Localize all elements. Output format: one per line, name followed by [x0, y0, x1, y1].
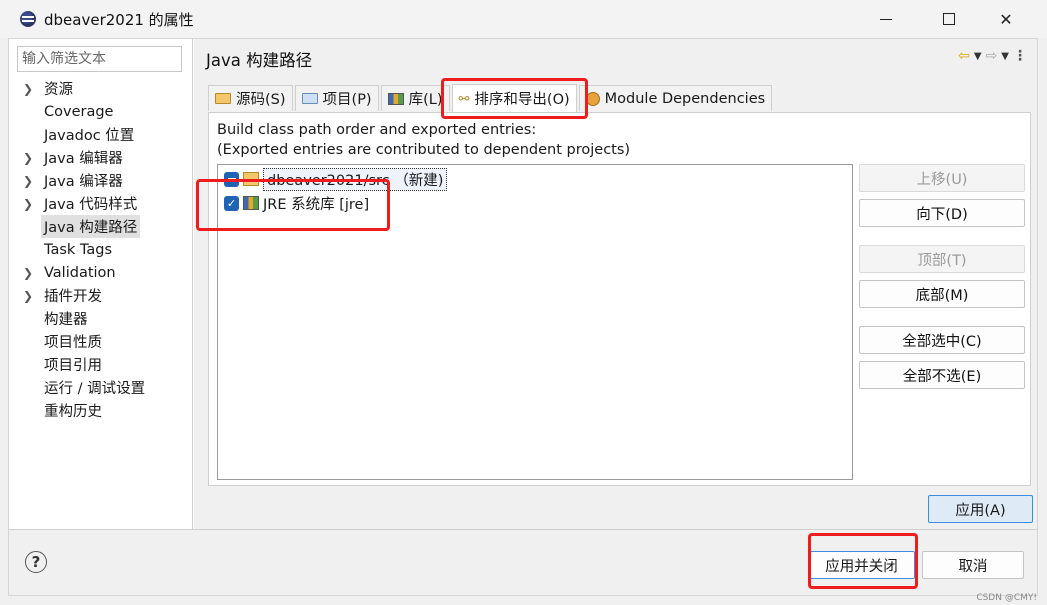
chevron-right-icon[interactable]: ❯ — [23, 266, 41, 280]
back-arrow-icon[interactable]: ⇦ — [958, 48, 970, 64]
move-bottom-button[interactable]: 底部(M) — [859, 280, 1025, 308]
dialog-footer: ? 应用并关闭 取消 — [9, 529, 1037, 595]
dialog-frame: ❯资源 Coverage Javadoc 位置 ❯Java 编辑器 ❯Java … — [8, 38, 1038, 596]
window-title: dbeaver2021 的属性 — [44, 11, 194, 29]
minimize-icon — [880, 18, 892, 20]
nav-item-javadoc[interactable]: Javadoc 位置 — [9, 123, 193, 146]
close-icon: ✕ — [999, 9, 1013, 29]
nav-item-java-compiler[interactable]: ❯ Java 编译器 — [9, 169, 193, 192]
nav-item-java-build-path[interactable]: Java 构建路径 — [9, 215, 193, 238]
chevron-right-icon[interactable]: ❯ — [23, 174, 41, 188]
forward-arrow-icon[interactable]: ⇨ — [986, 48, 998, 64]
description: Build class path order and exported entr… — [217, 122, 631, 158]
view-menu-icon[interactable]: ⋮ — [1013, 48, 1027, 64]
close-button[interactable]: ✕ — [983, 0, 1029, 38]
nav-item-resource[interactable]: ❯ 资源 — [9, 77, 193, 100]
checked-checkbox[interactable]: ✓ — [224, 195, 239, 211]
cancel-button[interactable]: 取消 — [922, 551, 1024, 579]
content-area: Java 构建路径 ⇦ ▼ ⇨ ▼ ⋮ 源码(S) 项目(P) 库(L) ⚯ 排序… — [194, 39, 1037, 529]
nav-item-coverage[interactable]: Coverage — [9, 100, 193, 123]
library-icon — [243, 196, 259, 210]
nav-item-project-natures[interactable]: 项目性质 — [9, 330, 193, 353]
select-all-button[interactable]: 全部选中(C) — [859, 326, 1025, 354]
nav-item-project-references[interactable]: 项目引用 — [9, 353, 193, 376]
title-bar: dbeaver2021 的属性 ✕ — [0, 0, 1047, 38]
help-icon[interactable]: ? — [25, 551, 47, 573]
build-path-tabs: 源码(S) 项目(P) 库(L) ⚯ 排序和导出(O) Module Depend… — [208, 84, 774, 112]
order-export-icon: ⚯ — [458, 91, 470, 107]
nav-item-run-debug[interactable]: 运行 / 调试设置 — [9, 376, 193, 399]
back-dropdown-icon[interactable]: ▼ — [974, 51, 982, 62]
watermark: CSDN @CMY! — [976, 593, 1037, 603]
maximize-button[interactable] — [926, 0, 972, 38]
project-icon — [301, 93, 318, 104]
chevron-right-icon[interactable]: ❯ — [23, 151, 41, 165]
property-nav: ❯资源 Coverage Javadoc 位置 ❯Java 编辑器 ❯Java … — [9, 39, 193, 529]
move-up-button[interactable]: 上移(U) — [859, 164, 1025, 192]
nav-item-java-editor[interactable]: ❯ Java 编辑器 — [9, 146, 193, 169]
move-top-button[interactable]: 顶部(T) — [859, 245, 1025, 273]
nav-item-task-tags[interactable]: Task Tags — [9, 238, 193, 261]
tab-source[interactable]: 源码(S) — [208, 85, 293, 111]
tab-libraries[interactable]: 库(L) — [380, 85, 450, 111]
chevron-right-icon[interactable]: ❯ — [23, 197, 41, 211]
property-tree: ❯ 资源 Coverage Javadoc 位置 ❯ Java 编辑器 ❯ Java … — [9, 77, 193, 422]
library-icon — [387, 92, 404, 105]
page-title: Java 构建路径 — [206, 51, 313, 70]
apply-button[interactable]: 应用(A) — [928, 495, 1033, 523]
source-folder-icon — [215, 93, 231, 104]
partial-checkbox[interactable] — [224, 171, 239, 187]
filter-input[interactable] — [17, 46, 182, 72]
nav-item-plugin-dev[interactable]: ❯ 插件开发 — [9, 284, 193, 307]
maximize-icon — [943, 13, 955, 25]
entries-list[interactable]: dbeaver2021/src （新建) ✓ JRE 系统库 [jre] — [217, 164, 853, 480]
forward-dropdown-icon[interactable]: ▼ — [1001, 51, 1009, 62]
tab-projects[interactable]: 项目(P) — [294, 85, 379, 111]
chevron-right-icon[interactable]: ❯ — [23, 82, 41, 96]
tab-module-dependencies[interactable]: Module Dependencies — [578, 85, 773, 111]
nav-item-builders[interactable]: 构建器 — [9, 307, 193, 330]
deselect-all-button[interactable]: 全部不选(E) — [859, 361, 1025, 389]
eclipse-app-icon — [20, 11, 36, 27]
tab-order-export[interactable]: ⚯ 排序和导出(O) — [451, 84, 577, 112]
list-item[interactable]: ✓ JRE 系统库 [jre] — [224, 193, 369, 213]
nav-item-refactor-history[interactable]: 重构历史 — [9, 399, 193, 422]
nav-item-validation[interactable]: ❯ Validation — [9, 261, 193, 284]
move-down-button[interactable]: 向下(D) — [859, 199, 1025, 227]
nav-item-java-code-style[interactable]: ❯ Java 代码样式 — [9, 192, 193, 215]
minimize-button[interactable] — [863, 0, 909, 38]
chevron-right-icon[interactable]: ❯ — [23, 289, 41, 303]
order-export-panel: Build class path order and exported entr… — [208, 112, 1031, 486]
history-nav: ⇦ ▼ ⇨ ▼ ⋮ — [958, 48, 1027, 64]
module-icon — [585, 91, 600, 106]
source-folder-icon — [243, 172, 259, 186]
apply-and-close-button[interactable]: 应用并关闭 — [808, 551, 915, 579]
list-item[interactable]: dbeaver2021/src （新建) — [224, 167, 448, 191]
